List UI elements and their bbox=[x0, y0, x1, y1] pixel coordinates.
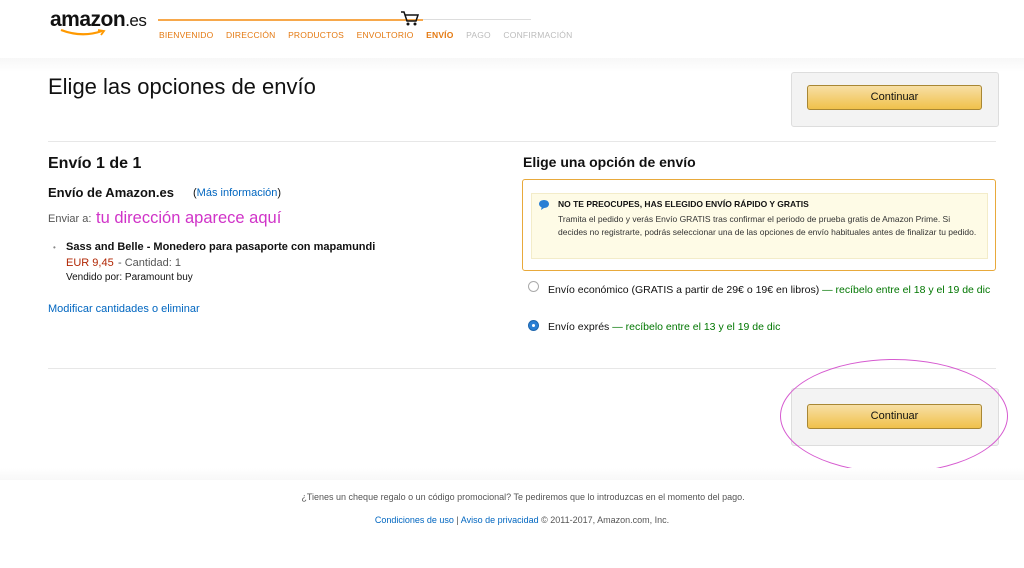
terms-link[interactable]: Condiciones de uso bbox=[375, 515, 454, 525]
step-productos: PRODUCTOS bbox=[288, 30, 345, 40]
speech-bubble-icon bbox=[539, 200, 549, 210]
promo-heading: NO TE PREOCUPES, HAS ELEGIDO ENVÍO RÁPID… bbox=[558, 199, 809, 209]
option-economico-label: Envío económico (GRATIS a partir de 29€ … bbox=[548, 284, 820, 296]
footer-shadow bbox=[0, 468, 1024, 480]
option-expres-eta: — recíbelo entre el 13 y el 19 de dic bbox=[612, 321, 781, 333]
amazon-smile-icon bbox=[60, 29, 106, 36]
copyright: © 2011-2017, Amazon.com, Inc. bbox=[538, 515, 670, 525]
annotation-circle bbox=[780, 359, 1008, 473]
bullet-icon: • bbox=[53, 243, 56, 252]
page-title: Elige las opciones de envío bbox=[48, 74, 316, 99]
step-bienvenido: BIENVENIDO bbox=[159, 30, 214, 40]
logo-text: amazon bbox=[50, 8, 126, 31]
product-quantity: - Cantidad: 1 bbox=[118, 257, 181, 269]
shipment-from: Envío de Amazon.es bbox=[48, 185, 174, 200]
checkout-progress-fill bbox=[158, 19, 423, 21]
more-info-link[interactable]: Más información bbox=[197, 187, 278, 199]
product-price: EUR 9,45 bbox=[66, 257, 114, 269]
send-to-address: tu dirección aparece aquí bbox=[96, 209, 282, 227]
footer-promo-text: ¿Tienes un cheque regalo o un código pro… bbox=[301, 492, 745, 502]
send-to-label: Enviar a: bbox=[48, 213, 92, 225]
footer-separator: | bbox=[453, 515, 461, 525]
promo-body: Tramita el pedido y verás Envío GRATIS t… bbox=[558, 214, 977, 237]
option-expres-label: Envío exprés bbox=[548, 321, 610, 333]
step-envoltorio: ENVOLTORIO bbox=[356, 30, 414, 40]
more-info: (Más información) bbox=[193, 187, 281, 199]
checkout-steps: BIENVENIDO DIRECCIÓN PRODUCTOS ENVOLTORI… bbox=[159, 30, 582, 40]
continue-button-top[interactable]: Continuar bbox=[807, 85, 982, 110]
footer-legal: Condiciones de uso | Aviso de privacidad… bbox=[0, 515, 1024, 525]
step-confirmacion: CONFIRMACIÓN bbox=[503, 30, 573, 40]
shipping-options-title: Elige una opción de envío bbox=[523, 154, 696, 170]
option-expres[interactable]: Envío exprés — recíbelo entre el 13 y el… bbox=[548, 321, 780, 333]
step-direccion: DIRECCIÓN bbox=[226, 30, 276, 40]
paren-close: ) bbox=[277, 187, 282, 199]
option-economico[interactable]: Envío económico (GRATIS a partir de 29€ … bbox=[548, 282, 996, 298]
option-economico-eta: — recíbelo entre el 18 y el 19 de dic bbox=[822, 284, 991, 296]
radio-expres[interactable] bbox=[528, 320, 539, 331]
cart-icon bbox=[401, 11, 420, 26]
step-envio: ENVÍO bbox=[426, 30, 454, 40]
product-seller: Vendido por: Paramount buy bbox=[66, 272, 193, 283]
divider-top bbox=[48, 141, 996, 142]
modify-quantities-link[interactable]: Modificar cantidades o eliminar bbox=[48, 303, 200, 315]
radio-economico[interactable] bbox=[528, 281, 539, 292]
header-shadow bbox=[0, 58, 1024, 72]
logo-tld: .es bbox=[125, 11, 147, 30]
privacy-link[interactable]: Aviso de privacidad bbox=[461, 515, 539, 525]
shipment-number: Envío 1 de 1 bbox=[48, 155, 142, 172]
step-pago: PAGO bbox=[466, 30, 491, 40]
product-title: Sass and Belle - Monedero para pasaporte… bbox=[66, 241, 376, 253]
